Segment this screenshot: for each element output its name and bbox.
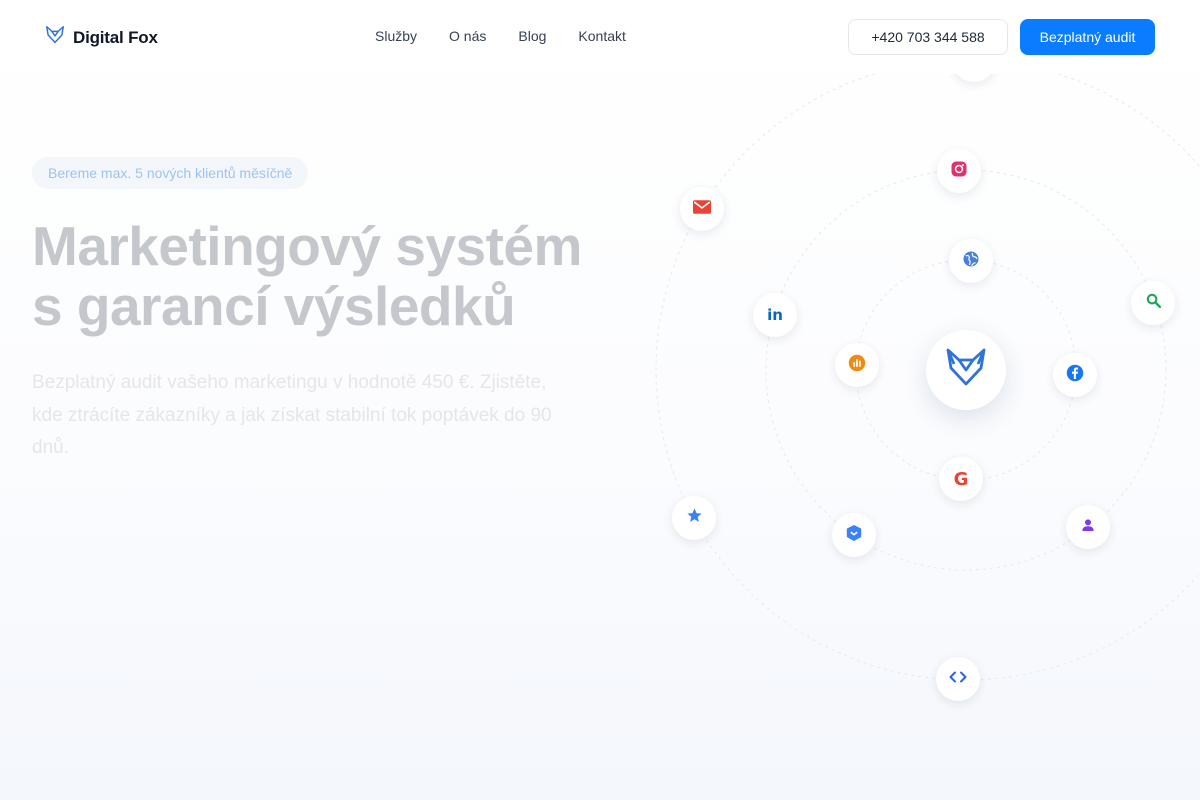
nav-link-sluzby[interactable]: Služby	[375, 28, 417, 44]
fox-hub-node[interactable]	[926, 330, 1006, 410]
email-node[interactable]	[680, 187, 724, 231]
search-node[interactable]	[1131, 281, 1175, 325]
hero-title-line-2: s garancí výsledků	[32, 275, 516, 337]
phone-button[interactable]: +420 703 344 588	[848, 19, 1008, 55]
globe-node[interactable]	[949, 239, 993, 283]
star-icon	[686, 507, 703, 529]
shield-node[interactable]	[832, 513, 876, 557]
nav-link-blog[interactable]: Blog	[518, 28, 546, 44]
google-icon: G	[953, 468, 969, 490]
logo[interactable]: Digital Fox	[44, 24, 158, 51]
globe-icon	[962, 250, 980, 273]
analytics-node[interactable]	[835, 343, 879, 387]
fox-logo-icon	[44, 24, 66, 51]
free-audit-button[interactable]: Bezplatný audit	[1020, 19, 1155, 55]
instagram-node[interactable]	[937, 149, 981, 193]
linkedin-node[interactable]: in	[753, 293, 797, 337]
email-icon	[693, 199, 711, 219]
hero-title-line-1: Marketingový systém	[32, 215, 582, 277]
logo-text: Digital Fox	[73, 27, 158, 47]
facebook-node[interactable]	[1053, 353, 1097, 397]
facebook-icon	[1066, 364, 1084, 387]
hero-subtitle: Bezplatný audit vašeho marketingu v hodn…	[32, 372, 552, 458]
fox-hub-icon	[942, 344, 990, 397]
main-nav: Služby O nás Blog Kontakt	[375, 28, 626, 44]
hero-title: Marketingový systém s garancí výsledků	[32, 216, 672, 336]
nav-link-o-nas[interactable]: O nás	[449, 28, 486, 44]
shield-icon	[846, 524, 862, 547]
user-icon	[1080, 517, 1096, 538]
capacity-badge: Bereme max. 5 nových klientů měsíčně	[32, 157, 309, 189]
code-icon	[949, 670, 967, 689]
site-header: Digital Fox Služby O nás Blog Kontakt +4…	[0, 0, 1200, 74]
user-node[interactable]	[1066, 505, 1110, 549]
search-icon	[1145, 292, 1162, 314]
analytics-icon	[848, 354, 866, 377]
nav-link-kontakt[interactable]: Kontakt	[578, 28, 625, 44]
code-node[interactable]	[936, 657, 980, 701]
instagram-icon	[950, 160, 968, 183]
star-node[interactable]	[672, 496, 716, 540]
google-node[interactable]: G	[939, 457, 983, 501]
linkedin-icon: in	[767, 306, 783, 324]
